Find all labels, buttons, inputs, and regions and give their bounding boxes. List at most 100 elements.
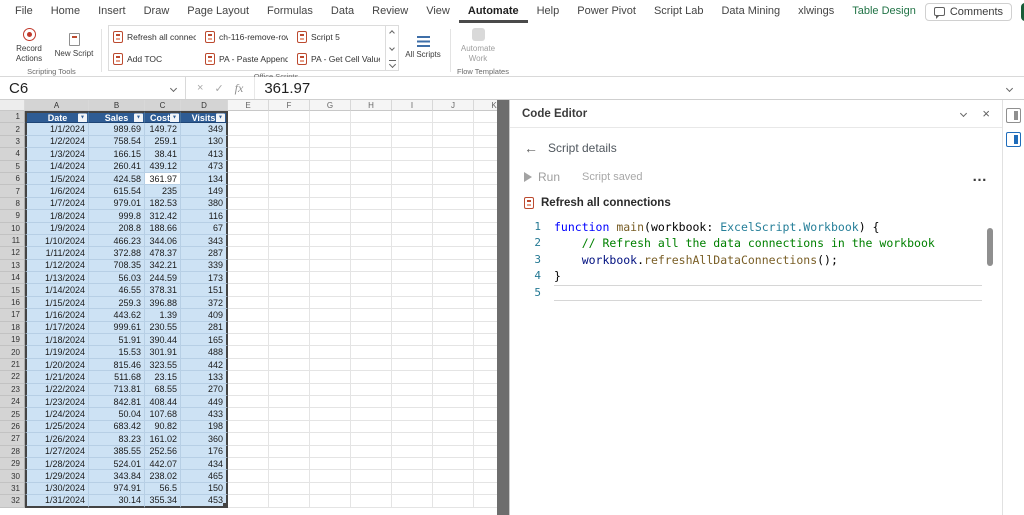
cell-blank[interactable]	[351, 284, 392, 296]
cell-blank[interactable]	[351, 408, 392, 420]
cell-D12[interactable]: 287	[181, 247, 228, 259]
row-header-30[interactable]: 30	[0, 470, 25, 482]
row-header-27[interactable]: 27	[0, 433, 25, 445]
cell-D19[interactable]: 165	[181, 334, 228, 346]
row-header-17[interactable]: 17	[0, 309, 25, 321]
cell-blank[interactable]	[310, 148, 351, 160]
cell-blank[interactable]	[269, 123, 310, 135]
row-header-23[interactable]: 23	[0, 384, 25, 396]
cell-B16[interactable]: 259.3	[89, 297, 145, 309]
row-header-10[interactable]: 10	[0, 223, 25, 235]
cell-A8[interactable]: 1/7/2024	[25, 198, 89, 210]
cell-blank[interactable]	[310, 284, 351, 296]
cell-A18[interactable]: 1/17/2024	[25, 322, 89, 334]
cell-blank[interactable]	[269, 408, 310, 420]
code-editor[interactable]: 1function main(workbook: ExcelScript.Wor…	[510, 215, 1002, 301]
cell-blank[interactable]	[269, 495, 310, 507]
cell-D27[interactable]: 360	[181, 433, 228, 445]
cell-blank[interactable]	[433, 483, 474, 495]
cell-B7[interactable]: 615.54	[89, 185, 145, 197]
record-actions-button[interactable]: Record Actions	[8, 25, 50, 66]
cell-blank[interactable]	[433, 470, 474, 482]
cell-blank[interactable]	[351, 185, 392, 197]
cell-blank[interactable]	[433, 272, 474, 284]
cell-blank[interactable]	[351, 272, 392, 284]
cell-A9[interactable]: 1/8/2024	[25, 210, 89, 222]
cell-blank[interactable]	[474, 458, 497, 470]
cell-blank[interactable]	[351, 421, 392, 433]
cell-B26[interactable]: 683.42	[89, 421, 145, 433]
cell-blank[interactable]	[474, 334, 497, 346]
cell-C28[interactable]: 252.56	[145, 446, 181, 458]
cell-blank[interactable]	[351, 371, 392, 383]
cell-B9[interactable]: 999.8	[89, 210, 145, 222]
cell-B30[interactable]: 343.84	[89, 470, 145, 482]
cell-D30[interactable]: 465	[181, 470, 228, 482]
cell-blank[interactable]	[433, 297, 474, 309]
back-arrow-icon[interactable]: ←	[524, 140, 538, 156]
cell-D9[interactable]: 116	[181, 210, 228, 222]
row-header-4[interactable]: 4	[0, 148, 25, 160]
name-box[interactable]: C6	[0, 77, 186, 99]
filter-icon[interactable]: ▼	[170, 113, 179, 122]
cell-blank[interactable]	[351, 458, 392, 470]
tab-review[interactable]: Review	[363, 0, 417, 23]
name-box-chevron-icon[interactable]	[170, 84, 177, 91]
cell-blank[interactable]	[433, 161, 474, 173]
cell-blank[interactable]	[474, 185, 497, 197]
cell-blank[interactable]	[310, 483, 351, 495]
cell-blank[interactable]	[269, 470, 310, 482]
gallery-scroll-down-button[interactable]	[386, 41, 398, 56]
table-header-sales[interactable]: Sales▼	[89, 111, 145, 123]
cell-blank[interactable]	[269, 148, 310, 160]
filter-icon[interactable]: ▼	[216, 113, 225, 122]
code-line-2[interactable]: 2 // Refresh all the data connections in…	[518, 235, 1002, 251]
cell-blank[interactable]	[392, 309, 433, 321]
cell-blank[interactable]	[474, 123, 497, 135]
cell-blank[interactable]	[433, 421, 474, 433]
tab-insert[interactable]: Insert	[89, 0, 135, 23]
column-header-k[interactable]: K	[474, 100, 497, 111]
cell-blank[interactable]	[228, 148, 269, 160]
cell-B22[interactable]: 511.68	[89, 371, 145, 383]
cell-A19[interactable]: 1/18/2024	[25, 334, 89, 346]
cell-blank[interactable]	[392, 136, 433, 148]
code-editor-pane-icon[interactable]	[1006, 132, 1021, 147]
script-item-pa-paste-append-dat[interactable]: PA - Paste Append Dat..	[201, 48, 293, 70]
cell-A22[interactable]: 1/21/2024	[25, 371, 89, 383]
cell-blank[interactable]	[392, 223, 433, 235]
cell-C30[interactable]: 238.02	[145, 470, 181, 482]
code-line-content[interactable]: function main(workbook: ExcelScript.Work…	[554, 219, 982, 235]
cell-blank[interactable]	[474, 346, 497, 358]
cell-blank[interactable]	[310, 136, 351, 148]
cell-blank[interactable]	[310, 198, 351, 210]
cell-blank[interactable]	[433, 359, 474, 371]
cell-blank[interactable]	[392, 123, 433, 135]
script-item-pa-get-cell-value[interactable]: PA - Get Cell Value	[293, 48, 385, 70]
column-header-j[interactable]: J	[433, 100, 474, 111]
cell-blank[interactable]	[392, 371, 433, 383]
cell-blank[interactable]	[228, 173, 269, 185]
cell-blank[interactable]	[351, 111, 392, 123]
cell-C15[interactable]: 378.31	[145, 284, 181, 296]
row-header-14[interactable]: 14	[0, 272, 25, 284]
task-pane-icon[interactable]	[1006, 108, 1021, 123]
cell-D25[interactable]: 433	[181, 408, 228, 420]
cell-blank[interactable]	[351, 396, 392, 408]
tab-script-lab[interactable]: Script Lab	[645, 0, 713, 23]
row-header-13[interactable]: 13	[0, 260, 25, 272]
cell-blank[interactable]	[474, 359, 497, 371]
cell-blank[interactable]	[433, 384, 474, 396]
cell-blank[interactable]	[433, 458, 474, 470]
cell-blank[interactable]	[269, 185, 310, 197]
cell-C31[interactable]: 56.5	[145, 483, 181, 495]
cell-D4[interactable]: 413	[181, 148, 228, 160]
cell-blank[interactable]	[392, 433, 433, 445]
cell-blank[interactable]	[228, 198, 269, 210]
cell-blank[interactable]	[228, 421, 269, 433]
column-header-h[interactable]: H	[351, 100, 392, 111]
cell-A16[interactable]: 1/15/2024	[25, 297, 89, 309]
cell-blank[interactable]	[269, 309, 310, 321]
cell-C5[interactable]: 439.12	[145, 161, 181, 173]
cell-blank[interactable]	[433, 284, 474, 296]
